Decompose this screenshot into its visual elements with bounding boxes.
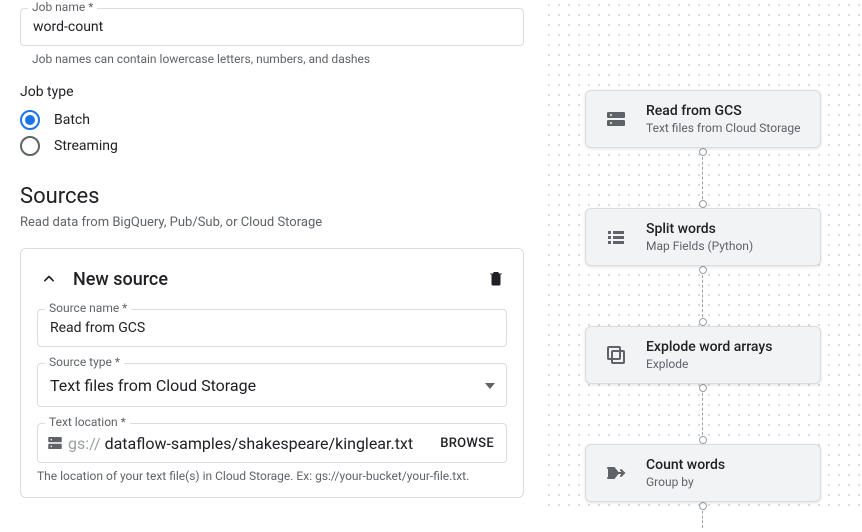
pipeline-canvas[interactable]: Read from GCS Text files from Cloud Stor… [544,0,862,509]
text-location-helper: The location of your text file(s) in Clo… [37,469,507,483]
trash-icon [487,269,505,287]
job-name-helper: Job names can contain lowercase letters,… [32,52,524,66]
source-type-value: Text files from Cloud Storage [50,376,256,395]
sources-heading: Sources [20,184,524,209]
merge-icon [600,457,632,489]
source-type-field: Source type * Text files from Cloud Stor… [37,363,507,407]
pipeline-container: Read from GCS Text files from Cloud Stor… [544,10,862,532]
radio-streaming-circle [20,136,40,156]
gs-prefix: gs:// [68,434,101,453]
source-type-select[interactable]: Text files from Cloud Storage [37,363,507,407]
node-title: Split words [646,221,806,237]
dropdown-caret-icon [485,377,495,393]
pipeline-node-explode[interactable]: Explode word arrays Explode [585,326,821,384]
sources-subtitle: Read data from BigQuery, Pub/Sub, or Clo… [20,215,524,230]
collapse-toggle[interactable] [37,267,61,291]
radio-streaming-label: Streaming [54,138,118,154]
copy-icon [600,339,632,371]
storage-icon [600,103,632,135]
connector [702,148,704,208]
job-name-field: Job name * [20,8,524,46]
node-subtitle: Text files from Cloud Storage [646,121,806,135]
pipeline-node-split-words[interactable]: Split words Map Fields (Python) [585,208,821,266]
delete-source-button[interactable] [487,269,507,289]
node-title: Explode word arrays [646,339,806,355]
node-subtitle: Explode [646,357,806,371]
chevron-up-icon [39,269,59,289]
node-subtitle: Map Fields (Python) [646,239,806,253]
node-title: Read from GCS [646,103,806,119]
node-text: Explode word arrays Explode [646,339,806,371]
node-subtitle: Group by [646,475,806,489]
node-text: Count words Group by [646,457,806,489]
text-location-field: Text location * gs:// BROWSE [37,423,507,463]
browse-button[interactable]: BROWSE [436,432,498,455]
radio-streaming[interactable]: Streaming [20,136,524,156]
form-panel: Job name * Job names can contain lowerca… [0,0,544,509]
node-text: Read from GCS Text files from Cloud Stor… [646,103,806,135]
radio-batch-label: Batch [54,112,90,128]
source-name-label: Source name * [45,301,131,315]
text-location-input[interactable] [105,434,437,453]
card-header: New source [37,267,507,291]
connector [702,266,704,326]
connector [702,502,704,532]
pipeline-node-count-words[interactable]: Count words Group by [585,444,821,502]
pipeline-node-read-gcs[interactable]: Read from GCS Text files from Cloud Stor… [585,90,821,148]
text-location-container: gs:// BROWSE [37,423,507,463]
list-icon [600,221,632,253]
source-type-label: Source type * [45,355,124,369]
card-title: New source [73,269,487,290]
radio-batch[interactable]: Batch [20,110,524,130]
source-name-field: Source name * [37,309,507,347]
connector [702,384,704,444]
new-source-card: New source Source name * Source type * T… [20,248,524,498]
node-title: Count words [646,457,806,473]
job-type-label: Job type [20,84,524,100]
storage-icon [46,434,64,452]
text-location-label: Text location * [45,415,130,429]
radio-batch-circle [20,110,40,130]
job-name-label: Job name * [28,0,97,14]
node-text: Split words Map Fields (Python) [646,221,806,253]
